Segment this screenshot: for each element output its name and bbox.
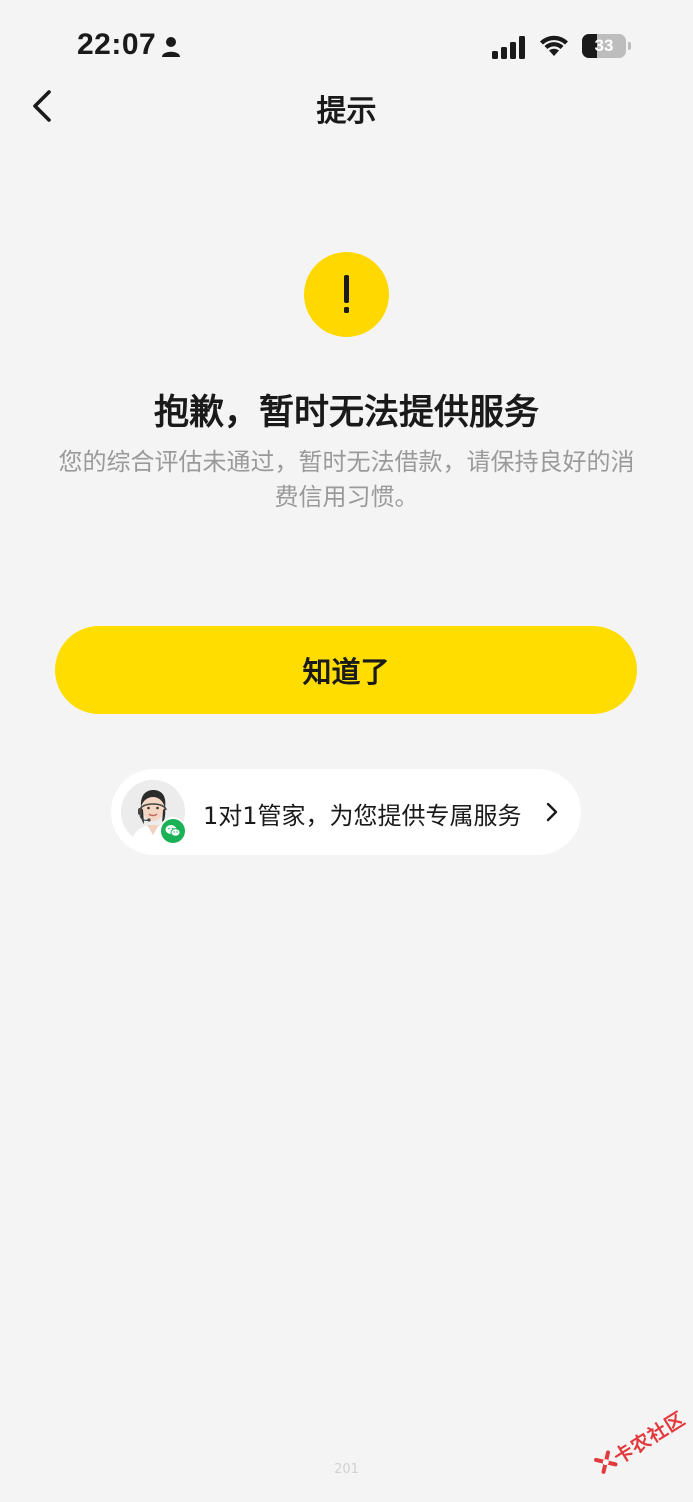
page-title: 提示 bbox=[316, 94, 377, 129]
battery-level: 33 bbox=[594, 36, 614, 55]
error-headline: 抱歉，暂时无法提供服务 bbox=[153, 393, 539, 433]
wechat-icon bbox=[159, 817, 187, 845]
service-label: 1对1管家，为您提供专属服务 bbox=[203, 802, 522, 830]
error-description: 您的综合评估未通过，暂时无法借款，请保持良好的消费信用习惯。 bbox=[58, 448, 635, 511]
personal-service-button[interactable]: 1对1管家，为您提供专属服务 bbox=[111, 769, 581, 855]
status-time: 22:07 bbox=[77, 28, 157, 61]
acknowledge-button-label: 知道了 bbox=[302, 655, 390, 689]
chevron-right-icon bbox=[546, 802, 558, 822]
wifi-icon bbox=[540, 35, 568, 56]
status-bar: 22:07 33 bbox=[0, 0, 693, 92]
battery-indicator: 33 bbox=[582, 34, 631, 58]
footer-code: 201 bbox=[334, 1462, 359, 1477]
acknowledge-button[interactable]: 知道了 bbox=[55, 626, 637, 714]
watermark-text: 卡农社区 bbox=[610, 1407, 690, 1469]
person-icon bbox=[162, 37, 180, 57]
watermark: 卡农社区 bbox=[574, 1382, 693, 1502]
cellular-signal-icon bbox=[492, 36, 525, 59]
exclamation-icon bbox=[304, 252, 389, 337]
